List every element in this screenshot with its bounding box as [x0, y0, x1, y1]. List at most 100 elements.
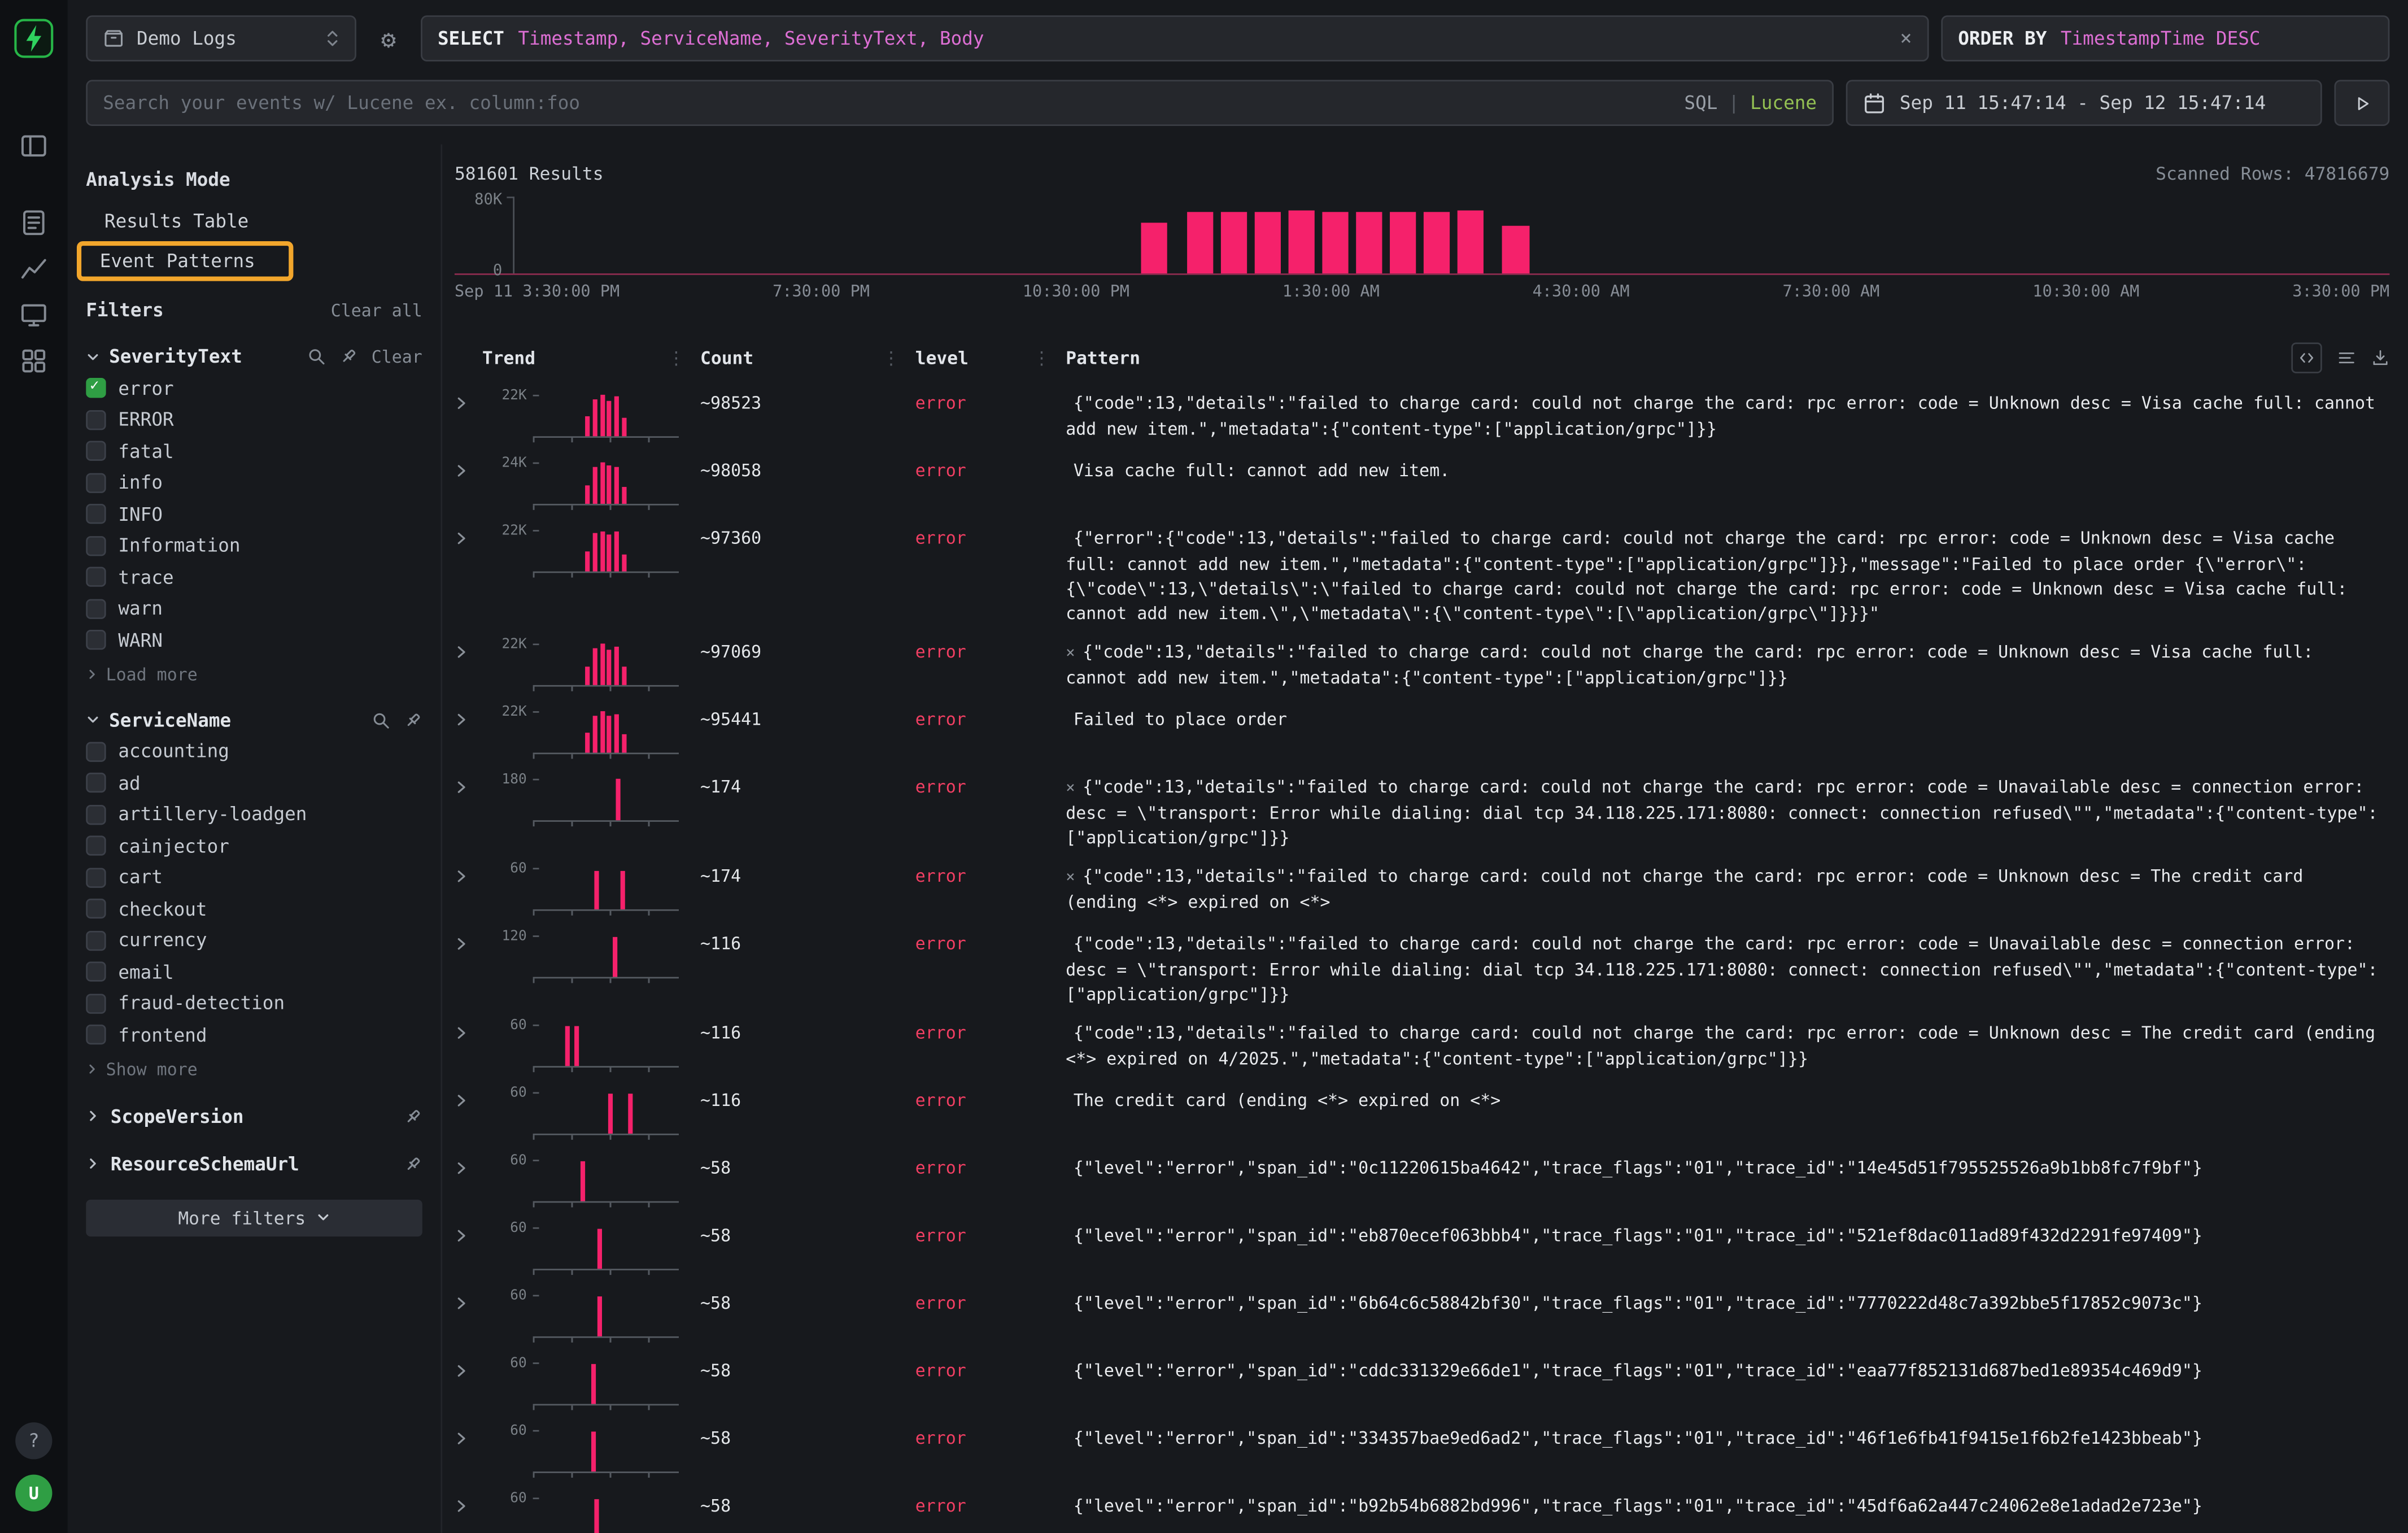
table-row[interactable]: 60 ~58 error {"level":"error","span_id":…	[455, 1217, 2389, 1284]
checkbox[interactable]	[86, 835, 106, 855]
table-row[interactable]: 60 ~58 error {"level":"error","span_id":…	[455, 1352, 2389, 1419]
filter-group-severitytext[interactable]: SeverityText Clear	[86, 346, 422, 367]
filter-checkbox-item[interactable]: frontend	[86, 1024, 422, 1045]
table-row[interactable]: 60 ~116 error The credit card (ending <*…	[455, 1081, 2389, 1149]
checkbox[interactable]	[86, 472, 106, 492]
row-expand-chevron[interactable]	[455, 780, 468, 794]
filter-checkbox-item[interactable]: ERROR	[86, 408, 422, 430]
row-expand-chevron[interactable]	[455, 1026, 468, 1040]
filter-checkbox-item[interactable]: fatal	[86, 440, 422, 461]
filter-checkbox-item[interactable]: info	[86, 472, 422, 493]
sql-query-input[interactable]: SELECT Timestamp, ServiceName, SeverityT…	[421, 15, 1929, 62]
order-by-input[interactable]: ORDER BY TimestampTime DESC	[1941, 15, 2389, 62]
column-handle[interactable]: ⋮	[668, 347, 685, 369]
row-expand-chevron[interactable]	[455, 532, 468, 545]
checkbox[interactable]	[86, 993, 106, 1013]
filter-checkbox-item[interactable]: INFO	[86, 503, 422, 525]
histogram-plot[interactable]	[513, 197, 2389, 273]
events-histogram[interactable]: 80K 0 Sep 11 3:30:00 PM7:30:00 PM10:30:0…	[455, 197, 2389, 301]
table-row[interactable]: 60 ~174 error ×{"code":13,"details":"fai…	[455, 857, 2389, 925]
filter-checkbox-item[interactable]: cainjector	[86, 835, 422, 856]
filter-checkbox-item[interactable]: ad	[86, 772, 422, 793]
table-row[interactable]: 60 ~58 error {"level":"error","span_id":…	[455, 1487, 2389, 1533]
table-row[interactable]: 22K ~95441 error Failed to place order	[455, 700, 2389, 768]
filter-group-scopeversion[interactable]: ScopeVersion	[86, 1105, 422, 1127]
table-row[interactable]: 24K ~98058 error Visa cache full: cannot…	[455, 452, 2389, 520]
code-view-button[interactable]	[2291, 342, 2322, 373]
table-row[interactable]: 60 ~58 error {"level":"error","span_id":…	[455, 1149, 2389, 1217]
table-row[interactable]: 22K ~97069 error ×{"code":13,"details":"…	[455, 633, 2389, 700]
row-expand-chevron[interactable]	[455, 937, 468, 951]
table-row[interactable]: 180 ~174 error ×{"code":13,"details":"fa…	[455, 768, 2389, 857]
filter-checkbox-item[interactable]: accounting	[86, 741, 422, 762]
pin-icon[interactable]	[404, 711, 422, 729]
logs-icon[interactable]	[20, 209, 47, 237]
row-expand-chevron[interactable]	[455, 1296, 468, 1310]
pin-icon[interactable]	[339, 347, 358, 366]
search-icon[interactable]	[372, 711, 390, 729]
download-button[interactable]	[2371, 349, 2390, 367]
checkbox[interactable]	[86, 410, 106, 429]
checkbox[interactable]	[86, 378, 106, 398]
run-query-button[interactable]	[2334, 80, 2389, 126]
more-filters-button[interactable]: More filters	[86, 1199, 422, 1235]
checkbox[interactable]	[86, 741, 106, 761]
row-expand-chevron[interactable]	[455, 1229, 468, 1243]
checkbox[interactable]	[86, 535, 106, 555]
clear-query-icon[interactable]: ×	[1900, 27, 1912, 50]
row-expand-chevron[interactable]	[455, 1431, 468, 1445]
checkbox[interactable]	[86, 630, 106, 650]
checkbox[interactable]	[86, 567, 106, 586]
panel-toggle-icon[interactable]	[20, 132, 47, 160]
row-expand-chevron[interactable]	[455, 1161, 468, 1175]
filter-group-resourceschemaurl[interactable]: ResourceSchemaUrl	[86, 1153, 422, 1174]
clear-group-button[interactable]: Clear	[372, 346, 422, 366]
filter-checkbox-item[interactable]: error	[86, 377, 422, 399]
checkbox[interactable]	[86, 504, 106, 524]
filter-group-servicename[interactable]: ServiceName	[86, 709, 422, 730]
checkbox[interactable]	[86, 804, 106, 824]
table-row[interactable]: 60 ~58 error {"level":"error","span_id":…	[455, 1419, 2389, 1487]
checkbox[interactable]	[86, 899, 106, 918]
search-input[interactable]	[103, 92, 1672, 114]
filter-checkbox-item[interactable]: email	[86, 961, 422, 982]
filter-checkbox-item[interactable]: cart	[86, 866, 422, 888]
checkbox[interactable]	[86, 961, 106, 981]
column-handle[interactable]: ⋮	[882, 347, 900, 369]
app-logo[interactable]	[14, 19, 54, 59]
monitor-icon[interactable]	[20, 301, 47, 329]
filter-checkbox-item[interactable]: artillery-loadgen	[86, 803, 422, 825]
row-expand-chevron[interactable]	[455, 1499, 468, 1513]
table-row[interactable]: 120 ~116 error {"code":13,"details":"fai…	[455, 925, 2389, 1014]
mode-sql-toggle[interactable]: SQL	[1684, 92, 1717, 114]
dashboards-icon[interactable]	[20, 347, 47, 375]
filter-checkbox-item[interactable]: fraud-detection	[86, 992, 422, 1014]
show-more-button[interactable]: Show more	[86, 1059, 422, 1079]
filter-checkbox-item[interactable]: checkout	[86, 898, 422, 919]
row-expand-chevron[interactable]	[455, 645, 468, 659]
list-view-button[interactable]	[2337, 349, 2356, 367]
checkbox[interactable]	[86, 867, 106, 887]
user-avatar[interactable]: U	[15, 1475, 52, 1512]
analysis-mode-results-table[interactable]: Results Table	[86, 206, 264, 236]
load-more-button[interactable]: Load more	[86, 664, 422, 684]
table-row[interactable]: 22K ~98523 error {"code":13,"details":"f…	[455, 384, 2389, 452]
source-select[interactable]: Demo Logs	[86, 15, 356, 62]
table-row[interactable]: 60 ~58 error {"level":"error","span_id":…	[455, 1284, 2389, 1352]
checkbox[interactable]	[86, 930, 106, 950]
checkbox[interactable]	[86, 1025, 106, 1044]
mode-lucene-toggle[interactable]: Lucene	[1750, 92, 1817, 114]
table-row[interactable]: 60 ~116 error {"code":13,"details":"fail…	[455, 1014, 2389, 1082]
row-expand-chevron[interactable]	[455, 713, 468, 726]
row-expand-chevron[interactable]	[455, 1094, 468, 1107]
date-range-picker[interactable]: Sep 11 15:47:14 - Sep 12 15:47:14	[1846, 80, 2322, 126]
pin-icon[interactable]	[404, 1155, 422, 1173]
chart-icon[interactable]	[20, 255, 47, 282]
filter-checkbox-item[interactable]: currency	[86, 929, 422, 951]
clear-all-filters-button[interactable]: Clear all	[331, 300, 422, 320]
row-expand-chevron[interactable]	[455, 397, 468, 410]
row-expand-chevron[interactable]	[455, 1364, 468, 1378]
checkbox[interactable]	[86, 598, 106, 618]
search-bar[interactable]: SQL | Lucene	[86, 80, 1834, 126]
row-expand-chevron[interactable]	[455, 464, 468, 477]
